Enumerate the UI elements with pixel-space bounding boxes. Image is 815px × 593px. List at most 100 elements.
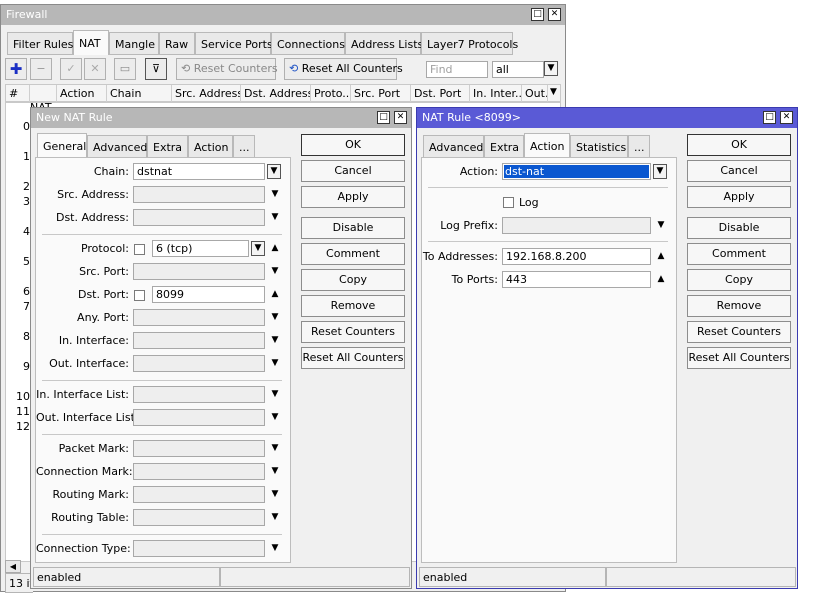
tab-action[interactable]: Action <box>524 133 570 158</box>
tab-more[interactable]: ... <box>233 135 255 158</box>
log-checkbox[interactable] <box>503 197 514 208</box>
col-out-interface[interactable]: Out. I <box>522 85 548 102</box>
table-row[interactable]: 0 <box>10 120 30 133</box>
to-addresses-collapse-icon[interactable]: ▲ <box>655 250 667 262</box>
connection-type-field[interactable] <box>133 540 265 557</box>
action-select[interactable]: dst-nat <box>502 163 651 180</box>
copy-button[interactable]: Copy <box>687 269 791 291</box>
maximize-icon[interactable]: □ <box>763 111 776 124</box>
enable-icon[interactable]: ✓ <box>60 58 82 80</box>
close-icon[interactable]: ✕ <box>780 111 793 124</box>
find-input[interactable]: Find <box>426 61 488 78</box>
action-dropdown-icon[interactable]: ▼ <box>653 164 667 179</box>
routing-table-field[interactable] <box>133 509 265 526</box>
col-flags[interactable] <box>30 85 57 102</box>
tab-more[interactable]: ... <box>628 135 650 158</box>
col-src-address[interactable]: Src. Address <box>172 85 241 102</box>
cancel-button[interactable]: Cancel <box>687 160 791 182</box>
apply-button[interactable]: Apply <box>687 186 791 208</box>
remove-button[interactable]: Remove <box>301 295 405 317</box>
col-action[interactable]: Action <box>57 85 107 102</box>
connection-mark-dropdown-icon[interactable]: ▼ <box>269 465 281 477</box>
filter-dropdown-icon[interactable]: ▼ <box>544 61 558 76</box>
src-port-field[interactable] <box>133 263 265 280</box>
protocol-dropdown-icon[interactable]: ▼ <box>251 241 265 256</box>
table-row[interactable]: 10 <box>10 390 30 403</box>
protocol-collapse-icon[interactable]: ▲ <box>269 242 281 254</box>
out-interface-list-field[interactable] <box>133 409 265 426</box>
routing-table-dropdown-icon[interactable]: ▼ <box>269 511 281 523</box>
reset-counters-button[interactable]: Reset Counters <box>301 321 405 343</box>
table-row[interactable]: 12 <box>10 420 30 433</box>
copy-button[interactable]: Copy <box>301 269 405 291</box>
tab-layer7-protocols[interactable]: Layer7 Protocols <box>421 32 518 55</box>
reset-counters-button[interactable]: Reset Counters <box>687 321 791 343</box>
reset-all-counters-button[interactable]: Reset All Counters <box>301 347 405 369</box>
column-dropdown-icon[interactable]: ▼ <box>550 87 557 97</box>
add-icon[interactable]: ✚ <box>5 58 27 80</box>
tab-statistics[interactable]: Statistics <box>570 135 628 158</box>
col-dst-address[interactable]: Dst. Address <box>241 85 311 102</box>
src-address-field[interactable] <box>133 186 265 203</box>
tab-address-lists[interactable]: Address Lists <box>345 32 423 55</box>
src-port-dropdown-icon[interactable]: ▼ <box>269 265 281 277</box>
in-interface-field[interactable] <box>133 332 265 349</box>
dst-port-field[interactable]: 8099 <box>152 286 265 303</box>
out-interface-field[interactable] <box>133 355 265 372</box>
filter-select[interactable]: all <box>492 61 544 78</box>
in-interface-dropdown-icon[interactable]: ▼ <box>269 334 281 346</box>
connection-mark-field[interactable] <box>133 463 265 480</box>
packet-mark-field[interactable] <box>133 440 265 457</box>
dst-port-negate-checkbox[interactable] <box>134 290 145 301</box>
tab-nat[interactable]: NAT <box>73 30 109 55</box>
dst-address-field[interactable] <box>133 209 265 226</box>
log-prefix-dropdown-icon[interactable]: ▼ <box>655 219 667 231</box>
tab-extra[interactable]: Extra <box>484 135 524 158</box>
table-row[interactable]: 1 <box>10 150 30 163</box>
tab-mangle[interactable]: Mangle <box>109 32 159 55</box>
tab-action[interactable]: Action <box>188 135 233 158</box>
maximize-icon[interactable]: □ <box>377 111 390 124</box>
table-row[interactable]: 7 <box>10 300 30 313</box>
col-dst-port[interactable]: Dst. Port <box>411 85 470 102</box>
tab-filter-rules[interactable]: Filter Rules <box>7 32 73 55</box>
chain-select[interactable]: dstnat <box>133 163 265 180</box>
to-ports-collapse-icon[interactable]: ▲ <box>655 273 667 285</box>
table-row[interactable]: 6 <box>10 285 30 298</box>
ok-button[interactable]: OK <box>301 134 405 156</box>
disable-button[interactable]: Disable <box>687 217 791 239</box>
scroll-left-icon[interactable]: ◀ <box>5 560 21 573</box>
close-icon[interactable]: ✕ <box>548 8 561 21</box>
table-row[interactable]: 3 <box>10 195 30 208</box>
out-interface-list-dropdown-icon[interactable]: ▼ <box>269 411 281 423</box>
out-interface-dropdown-icon[interactable]: ▼ <box>269 357 281 369</box>
tab-extra[interactable]: Extra <box>147 135 188 158</box>
dst-port-collapse-icon[interactable]: ▲ <box>269 288 281 300</box>
ok-button[interactable]: OK <box>687 134 791 156</box>
table-row[interactable]: 4 <box>10 225 30 238</box>
col-chain[interactable]: Chain <box>107 85 172 102</box>
tab-service-ports[interactable]: Service Ports <box>195 32 273 55</box>
tab-general[interactable]: General <box>37 133 87 158</box>
chain-dropdown-icon[interactable]: ▼ <box>267 164 281 179</box>
table-row[interactable]: 9 <box>10 360 30 373</box>
tab-advanced[interactable]: Advanced <box>423 135 484 158</box>
packet-mark-dropdown-icon[interactable]: ▼ <box>269 442 281 454</box>
col-protocol[interactable]: Proto... <box>311 85 351 102</box>
reset-counters-button[interactable]: ⟲ Reset Counters <box>176 58 278 80</box>
comment-button[interactable]: Comment <box>687 243 791 265</box>
maximize-icon[interactable]: □ <box>531 8 544 21</box>
remove-icon[interactable]: − <box>30 58 52 80</box>
col-number[interactable]: # <box>6 85 30 102</box>
filter-icon[interactable]: ⊽ <box>145 58 167 80</box>
table-row[interactable]: 8 <box>10 330 30 343</box>
dst-address-dropdown-icon[interactable]: ▼ <box>269 211 281 223</box>
disable-button[interactable]: Disable <box>301 217 405 239</box>
col-src-port[interactable]: Src. Port <box>351 85 411 102</box>
in-interface-list-field[interactable] <box>133 386 265 403</box>
tab-raw[interactable]: Raw <box>159 32 195 55</box>
table-row[interactable]: 5 <box>10 255 30 268</box>
connection-type-dropdown-icon[interactable]: ▼ <box>269 542 281 554</box>
table-row[interactable]: 11 <box>10 405 30 418</box>
reset-all-counters-button[interactable]: Reset All Counters <box>687 347 791 369</box>
